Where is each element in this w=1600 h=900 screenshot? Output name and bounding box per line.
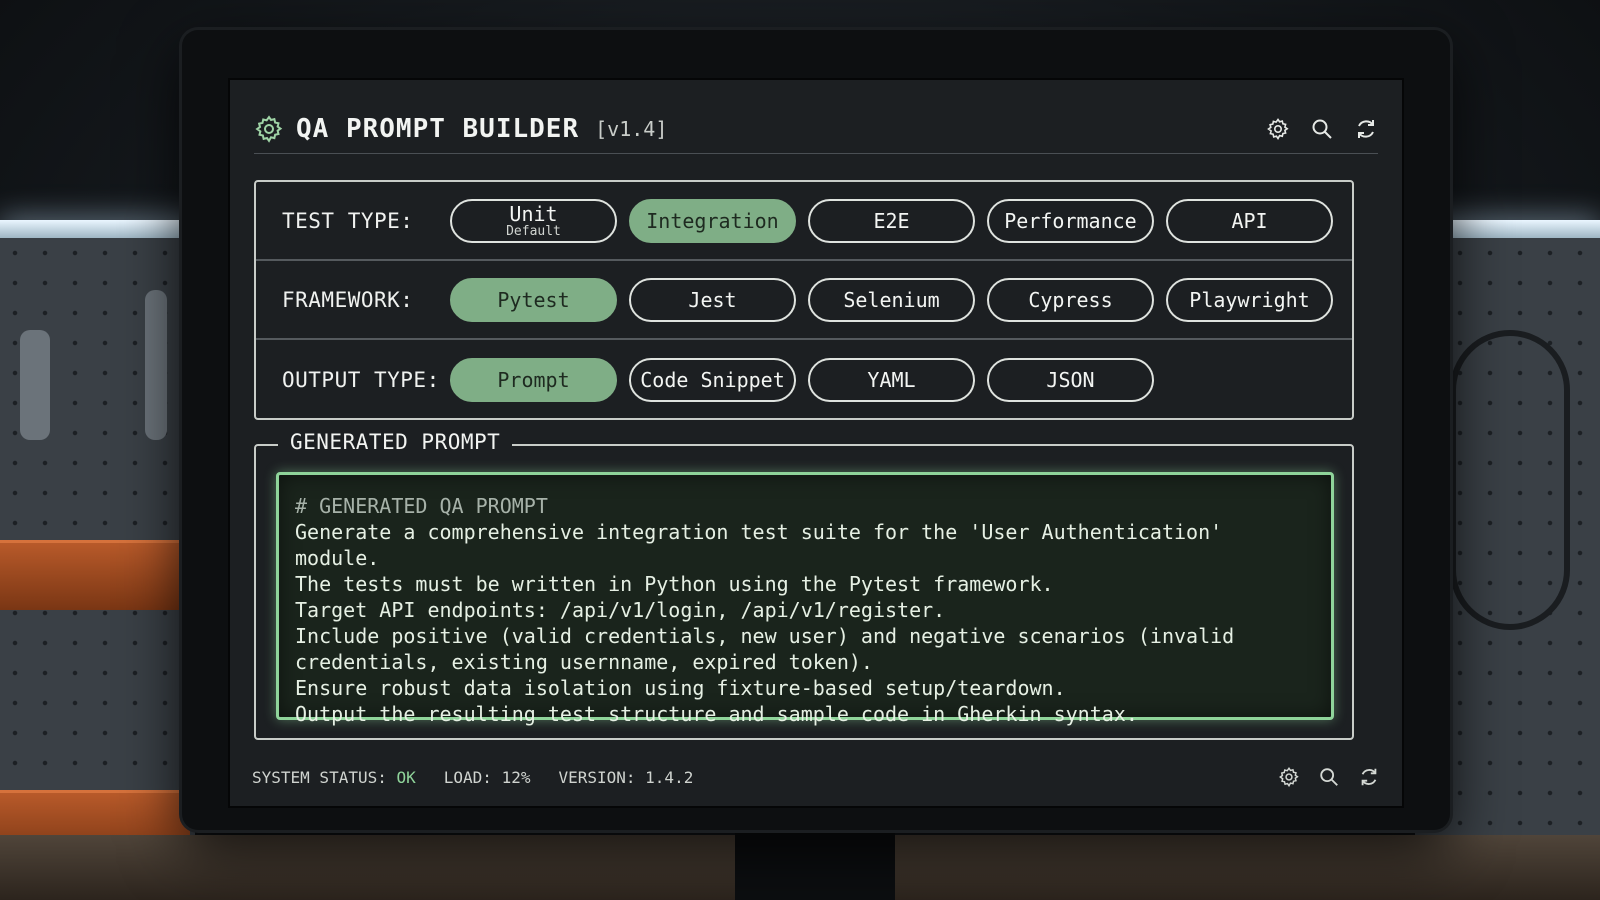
options-panel: TEST TYPE: Unit Default Integration E2E …	[254, 180, 1354, 420]
refresh-icon[interactable]	[1354, 117, 1378, 141]
test-type-integration-button[interactable]: Integration	[629, 198, 796, 243]
search-icon[interactable]	[1310, 117, 1334, 141]
code-line: Include positive (valid credentials, new…	[295, 624, 1235, 648]
light-strip-left	[0, 220, 200, 238]
test-type-e2e-button[interactable]: E2E	[808, 198, 975, 243]
system-status-value: OK	[396, 767, 416, 787]
search-icon[interactable]	[1318, 766, 1340, 788]
framework-options: Pytest Jest Selenium Cypress Playwright	[450, 277, 1333, 322]
output-prompt-button[interactable]: Prompt	[450, 357, 617, 402]
settings-icon[interactable]	[1266, 117, 1290, 141]
refresh-icon[interactable]	[1358, 766, 1380, 788]
app-header: QA PROMPT BUILDER [v1.4]	[254, 104, 1378, 154]
monitor-stand	[735, 820, 895, 900]
version-status: VERSION: 1.4.2	[558, 767, 694, 787]
output-type-options: Prompt Code Snippet YAML JSON	[450, 357, 1154, 402]
cable	[1450, 330, 1570, 630]
pill-sublabel: Default	[506, 223, 561, 239]
system-status-label: SYSTEM STATUS:	[252, 767, 397, 787]
output-type-label: OUTPUT TYPE:	[282, 367, 440, 392]
generated-prompt-output[interactable]: # GENERATED QA PROMPT Generate a compreh…	[276, 472, 1334, 726]
settings-icon[interactable]	[1278, 766, 1300, 788]
code-line: Output the resulting test structure and …	[295, 702, 1138, 726]
framework-cypress-button[interactable]: Cypress	[987, 277, 1154, 322]
test-type-performance-button[interactable]: Performance	[987, 198, 1154, 243]
monitor: QA PROMPT BUILDER [v1.4] TEST TYPE: Unit…	[182, 30, 1450, 830]
output-yaml-button[interactable]: YAML	[808, 357, 975, 402]
code-line: Generate a comprehensive integration tes…	[295, 520, 1235, 570]
code-line: credentials, existing usernname, expired…	[295, 650, 873, 674]
test-type-options: Unit Default Integration E2E Performance…	[450, 198, 1333, 243]
storage-bin	[0, 540, 190, 610]
test-type-api-button[interactable]: API	[1166, 198, 1333, 243]
output-code-snippet-button[interactable]: Code Snippet	[629, 357, 796, 402]
output-type-row: OUTPUT TYPE: Prompt Code Snippet YAML JS…	[256, 340, 1352, 419]
code-line: Target API endpoints: /api/v1/login, /ap…	[295, 598, 946, 622]
status-toolbar	[1278, 766, 1380, 788]
system-status: SYSTEM STATUS: OK	[252, 768, 416, 787]
test-type-unit-button[interactable]: Unit Default	[450, 198, 617, 243]
framework-playwright-button[interactable]: Playwright	[1166, 277, 1333, 322]
generated-prompt-panel: GENERATED PROMPT # GENERATED QA PROMPT G…	[254, 430, 1354, 740]
framework-pytest-button[interactable]: Pytest	[450, 277, 617, 322]
code-line: Ensure robust data isolation using fixtu…	[295, 676, 1066, 700]
app-window: QA PROMPT BUILDER [v1.4] TEST TYPE: Unit…	[228, 78, 1404, 808]
framework-selenium-button[interactable]: Selenium	[808, 277, 975, 322]
framework-jest-button[interactable]: Jest	[629, 277, 796, 322]
framework-label: FRAMEWORK:	[282, 287, 414, 312]
app-version: [v1.4]	[595, 116, 668, 141]
tool-icon	[145, 290, 167, 440]
load-status: LOAD: 12%	[443, 767, 531, 787]
app-title: QA PROMPT BUILDER	[296, 113, 580, 144]
framework-row: FRAMEWORK: Pytest Jest Selenium Cypress …	[256, 261, 1352, 340]
generated-prompt-title: GENERATED PROMPT	[278, 430, 513, 454]
header-toolbar	[1266, 117, 1378, 141]
test-type-row: TEST TYPE: Unit Default Integration E2E …	[256, 182, 1352, 261]
output-json-button[interactable]: JSON	[987, 357, 1154, 402]
pill-label: Unit	[509, 201, 558, 226]
wrench-icon	[20, 330, 50, 440]
code-comment: # GENERATED QA PROMPT	[295, 494, 548, 518]
status-bar: SYSTEM STATUS: OK LOAD: 12% VERSION: 1.4…	[252, 760, 1380, 794]
test-type-label: TEST TYPE:	[282, 208, 414, 233]
code-line: The tests must be written in Python usin…	[295, 572, 1054, 596]
gear-icon	[255, 114, 283, 143]
